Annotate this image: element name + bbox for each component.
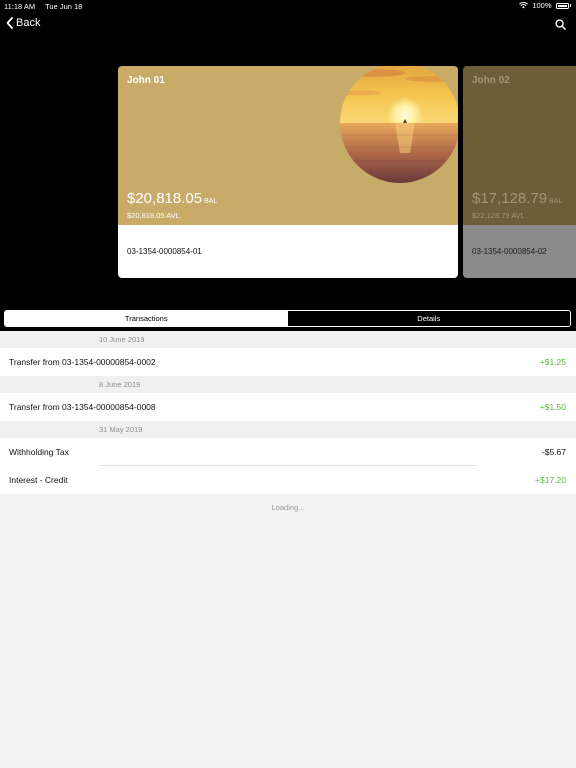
card-owner-name: John 01	[127, 75, 165, 86]
account-card[interactable]: John 01 $20,818.05 BAL $20,818.05 AVL 03-…	[118, 66, 458, 278]
status-date: Tue Jun 18	[45, 2, 83, 11]
transaction-amount: -$5.67	[541, 447, 566, 457]
search-icon	[555, 19, 566, 30]
account-card-header: John 01 $20,818.05 BAL $20,818.05 AVL	[118, 66, 458, 225]
transaction-description: Withholding Tax	[9, 447, 69, 457]
transaction-row[interactable]: Transfer from 03-1354-00000854-0002 +$1.…	[0, 348, 576, 376]
card-account-number: 03-1354-0000854-02	[472, 247, 547, 256]
loading-indicator: Loading...	[271, 503, 305, 512]
card-account-number: 03-1354-0000854-01	[127, 247, 202, 256]
sunset-image	[340, 66, 458, 183]
transaction-row[interactable]: Interest - Credit +$17.20	[0, 466, 576, 494]
battery-percent: 100%	[532, 1, 552, 10]
status-bar: 11:18 AM Tue Jun 18 100%	[0, 0, 576, 12]
chevron-left-icon	[6, 17, 13, 29]
search-button[interactable]	[555, 17, 566, 35]
tab-details[interactable]: Details	[287, 311, 570, 326]
battery-tip	[569, 4, 571, 7]
nav-bar: Back	[0, 14, 576, 38]
card-available-balance: $22,128.79 AVL	[472, 211, 525, 220]
card-balance: $17,128.79 BAL	[472, 190, 562, 207]
date-header: 31 May 2019	[0, 421, 576, 438]
date-header: 8 June 2019	[0, 376, 576, 393]
battery-icon	[555, 2, 569, 9]
account-card-header: John 02 $17,128.79 BAL $22,128.79 AVL	[463, 66, 576, 225]
transaction-description: Interest - Credit	[9, 475, 68, 485]
card-balance-value: $17,128.79	[472, 190, 548, 207]
back-label: Back	[16, 17, 41, 29]
account-card-footer: 03-1354-0000854-02	[463, 225, 576, 278]
segmented-control: Transactions Details	[4, 310, 571, 327]
transaction-list: 10 June 2019 Transfer from 03-1354-00000…	[0, 331, 576, 512]
transaction-description: Transfer from 03-1354-00000854-0008	[9, 402, 156, 412]
card-owner-name: John 02	[472, 75, 510, 86]
tab-transactions[interactable]: Transactions	[5, 311, 288, 326]
status-time: 11:18 AM	[4, 2, 36, 11]
transaction-amount: +$1.25	[539, 357, 566, 367]
transaction-amount: +$17.20	[535, 475, 566, 485]
transaction-row[interactable]: Withholding Tax -$5.67	[0, 438, 576, 466]
account-card-next[interactable]: John 02 $17,128.79 BAL $22,128.79 AVL 03-…	[463, 66, 576, 278]
date-header: 10 June 2019	[0, 331, 576, 348]
back-button[interactable]: Back	[6, 17, 40, 29]
wifi-icon	[519, 2, 529, 9]
transaction-description: Transfer from 03-1354-00000854-0002	[9, 357, 156, 367]
transaction-amount: +$1.50	[539, 402, 566, 412]
card-balance-tag: BAL	[204, 198, 218, 205]
transaction-row[interactable]: Transfer from 03-1354-00000854-0008 +$1.…	[0, 393, 576, 421]
card-balance-tag: BAL	[549, 198, 563, 205]
card-balance-value: $20,818.05	[127, 190, 203, 207]
card-balance: $20,818.05 BAL	[127, 190, 217, 207]
account-card-footer: 03-1354-0000854-01	[118, 225, 458, 278]
header-area: 11:18 AM Tue Jun 18 100% Back John 01 $2…	[0, 0, 576, 331]
card-available-balance: $20,818.05 AVL	[127, 211, 180, 220]
